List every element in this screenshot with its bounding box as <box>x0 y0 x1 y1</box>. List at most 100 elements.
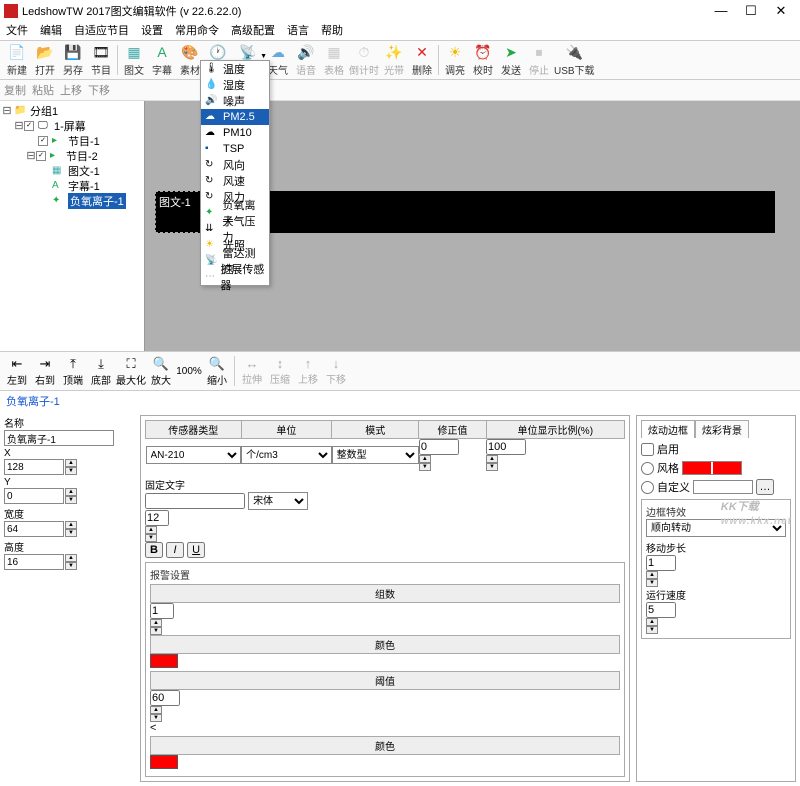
dropdown-item-windspeed[interactable]: ↻风速 <box>201 173 269 189</box>
width-input[interactable] <box>4 521 64 537</box>
stop-button[interactable]: ⏹停止 <box>526 43 552 77</box>
table-button[interactable]: ▦表格 <box>321 43 347 77</box>
timing-button[interactable]: ⏰校时 <box>470 43 496 77</box>
x-down[interactable]: ▼ <box>65 467 77 475</box>
maximize-button2[interactable]: ⛶最大化 <box>116 356 146 387</box>
subtitle-button[interactable]: A字幕 <box>149 43 175 77</box>
effect-select[interactable]: 顺向转动 <box>646 519 786 537</box>
tree-subtitle[interactable]: A字幕-1 <box>2 178 142 193</box>
timer-button[interactable]: ⏱倒计时 <box>349 43 379 77</box>
checkbox[interactable]: ✓ <box>24 121 34 131</box>
tree-group[interactable]: ⊟📁分组1 <box>2 103 142 118</box>
style-radio[interactable] <box>641 462 654 475</box>
align-left-button[interactable]: ⇤左到 <box>4 356 30 387</box>
menu-help[interactable]: 帮助 <box>319 22 345 40</box>
custom-preview[interactable] <box>693 480 753 494</box>
menu-settings[interactable]: 设置 <box>139 22 165 40</box>
dropdown-item-winddir[interactable]: ↻风向 <box>201 157 269 173</box>
usb-button[interactable]: 🔌USB下载 <box>554 43 595 77</box>
checkbox[interactable]: ✓ <box>36 151 46 161</box>
menu-common[interactable]: 常用命令 <box>173 22 221 40</box>
tree-tuwen[interactable]: ▦图文-1 <box>2 163 142 178</box>
tree-ion[interactable]: ✦负氧离子-1 <box>2 193 142 208</box>
zoomout-button[interactable]: 🔍缩小 <box>204 356 230 387</box>
font-select[interactable]: 宋体 <box>248 492 308 510</box>
h-down[interactable]: ▼ <box>65 562 77 570</box>
menu-edit[interactable]: 编辑 <box>38 22 64 40</box>
delete-button[interactable]: ✕删除 <box>409 43 435 77</box>
color1-swatch[interactable] <box>150 654 178 668</box>
fontsize-input[interactable] <box>145 510 169 526</box>
align-bottom-button[interactable]: ⤓底部 <box>88 356 114 387</box>
menu-advanced[interactable]: 高级配置 <box>229 22 277 40</box>
speed-input[interactable] <box>646 602 676 618</box>
movedown-button[interactable]: 下移 <box>88 82 110 98</box>
align-right-button[interactable]: ⇥右到 <box>32 356 58 387</box>
light-button[interactable]: ☀调亮 <box>442 43 468 77</box>
italic-button[interactable]: I <box>166 542 184 558</box>
y-down[interactable]: ▼ <box>65 496 77 504</box>
neon-button[interactable]: ✨光带 <box>381 43 407 77</box>
moveup-button[interactable]: 上移 <box>60 82 82 98</box>
x-up[interactable]: ▲ <box>65 459 77 467</box>
style-preview[interactable] <box>682 461 742 475</box>
menu-file[interactable]: 文件 <box>4 22 30 40</box>
unit-select[interactable]: 个/cm3 <box>241 446 332 464</box>
h-up[interactable]: ▲ <box>65 554 77 562</box>
tree-screen[interactable]: ⊟✓🖵1-屏幕 <box>2 118 142 133</box>
underline-button[interactable]: U <box>187 542 205 558</box>
voice-button[interactable]: 🔊语音 <box>293 43 319 77</box>
name-input[interactable] <box>4 430 114 446</box>
tab-bg[interactable]: 炫彩背景 <box>695 420 749 438</box>
tree-prog1[interactable]: ✓▸节目-1 <box>2 133 142 148</box>
step-input[interactable] <box>646 555 676 571</box>
groups-input[interactable] <box>150 603 174 619</box>
minimize-button[interactable]: — <box>706 3 736 19</box>
x-input[interactable] <box>4 459 64 475</box>
correct-input[interactable] <box>419 439 459 455</box>
zoomin-button[interactable]: 🔍放大 <box>148 356 174 387</box>
y-input[interactable] <box>4 488 64 504</box>
tuwen-button[interactable]: ▦图文 <box>121 43 147 77</box>
checkbox[interactable]: ✓ <box>38 136 48 146</box>
close-button[interactable]: ✕ <box>766 3 796 19</box>
send-button[interactable]: ➤发送 <box>498 43 524 77</box>
enable-checkbox[interactable] <box>641 443 654 456</box>
type-select[interactable]: AN-210 <box>146 446 242 464</box>
dropdown-item-ext[interactable]: ⋯扩展传感器 <box>201 269 269 285</box>
display-cell-1[interactable]: 图文-1 <box>155 191 203 233</box>
movedown2-button[interactable]: ↓下移 <box>323 356 349 386</box>
saveas-button[interactable]: 💾另存 <box>60 43 86 77</box>
bold-button[interactable]: B <box>145 542 163 558</box>
height-input[interactable] <box>4 554 64 570</box>
fixedtext-input[interactable] <box>145 493 245 509</box>
new-button[interactable]: 📄新建 <box>4 43 30 77</box>
dropdown-item-temp[interactable]: 🌡温度 <box>201 61 269 77</box>
mode-select[interactable]: 整数型 <box>332 446 419 464</box>
w-down[interactable]: ▼ <box>65 529 77 537</box>
dropdown-item-tsp[interactable]: ▪TSP <box>201 141 269 157</box>
threshold-input[interactable] <box>150 690 180 706</box>
custom-radio[interactable] <box>641 481 654 494</box>
dropdown-item-pressure[interactable]: ⇊大气压力 <box>201 221 269 237</box>
stretch-button[interactable]: ↔拉伸 <box>239 356 265 386</box>
color2-swatch[interactable] <box>150 755 178 769</box>
tab-border[interactable]: 炫动边框 <box>641 420 695 438</box>
y-up[interactable]: ▲ <box>65 488 77 496</box>
align-top-button[interactable]: ⤒顶端 <box>60 356 86 387</box>
moveup2-button[interactable]: ↑上移 <box>295 356 321 386</box>
w-up[interactable]: ▲ <box>65 521 77 529</box>
compress-button[interactable]: ↕压缩 <box>267 356 293 386</box>
menu-language[interactable]: 语言 <box>285 22 311 40</box>
menu-adaptive[interactable]: 自适应节目 <box>72 22 131 40</box>
maximize-button[interactable]: ☐ <box>736 3 766 19</box>
ratio-input[interactable] <box>486 439 526 455</box>
copy-button[interactable]: 复制 <box>4 82 26 98</box>
open-button[interactable]: 📂打开 <box>32 43 58 77</box>
dropdown-item-pm25[interactable]: ☁PM2.5 <box>201 109 269 125</box>
dropdown-item-humidity[interactable]: 💧湿度 <box>201 77 269 93</box>
dropdown-item-pm10[interactable]: ☁PM10 <box>201 125 269 141</box>
paste-button[interactable]: 粘贴 <box>32 82 54 98</box>
program-button[interactable]: 🎞节目 <box>88 43 114 77</box>
browse-button[interactable]: … <box>756 479 774 495</box>
